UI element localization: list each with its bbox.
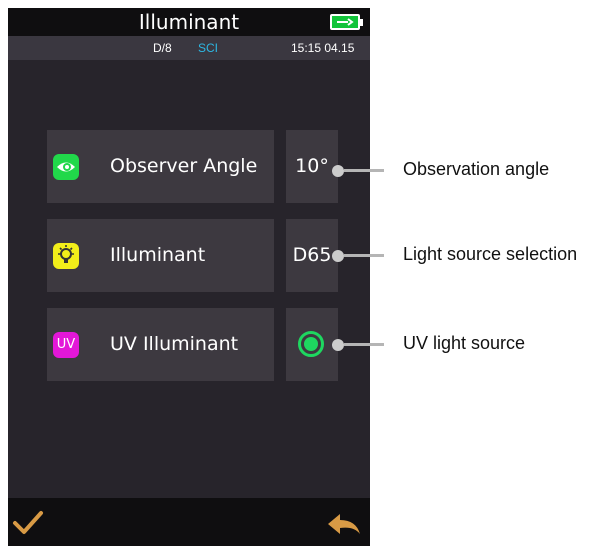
lightbulb-icon: [53, 243, 79, 269]
uv-icon-text: UV: [56, 337, 76, 352]
eye-icon: [53, 154, 79, 180]
callout-dot-illuminant: [332, 250, 344, 262]
observer-angle-label: Observer Angle: [110, 155, 258, 177]
callout-line-uv: [344, 343, 384, 346]
bottom-toolbar: [8, 498, 370, 546]
device-screen: Illuminant D/8 SCI 15:15 04.15 Observer …: [8, 8, 370, 546]
uv-illuminant-row[interactable]: UV UV Illuminant: [47, 308, 274, 381]
back-arrow-icon[interactable]: [326, 512, 362, 536]
callout-dot-uv: [332, 339, 344, 351]
uv-illuminant-toggle[interactable]: [286, 308, 338, 381]
illuminant-value-text: D65: [292, 244, 332, 266]
title-bar: Illuminant: [8, 8, 370, 36]
battery-tip: [360, 19, 363, 26]
callout-line-observer: [344, 169, 384, 172]
callout-dot-observer: [332, 165, 344, 177]
status-geometry: D/8: [153, 41, 172, 55]
observer-angle-value[interactable]: 10°: [286, 130, 338, 203]
status-bar: D/8 SCI 15:15 04.15: [8, 36, 370, 60]
page-title: Illuminant: [138, 10, 240, 34]
uv-radio-button[interactable]: [298, 331, 324, 357]
checkmark-icon[interactable]: [12, 510, 44, 536]
illuminant-row[interactable]: Illuminant: [47, 219, 274, 292]
status-sci: SCI: [198, 41, 219, 55]
callout-line-illuminant: [344, 254, 384, 257]
uv-illuminant-label: UV Illuminant: [110, 333, 239, 355]
uv-radio-selected-dot: [304, 337, 318, 351]
annotation-light-source-selection: Light source selection: [403, 244, 578, 264]
illuminant-label: Illuminant: [110, 244, 206, 266]
illuminant-value[interactable]: D65: [286, 219, 338, 292]
annotation-observation-angle: Observation angle: [403, 159, 550, 179]
battery-charging-icon: [330, 14, 360, 30]
observer-angle-value-text: 10°: [295, 155, 329, 177]
observer-angle-row[interactable]: Observer Angle: [47, 130, 274, 203]
annotation-uv-light-source: UV light source: [403, 333, 526, 353]
uv-icon: UV: [53, 332, 79, 358]
status-datetime: 15:15 04.15: [291, 41, 355, 55]
